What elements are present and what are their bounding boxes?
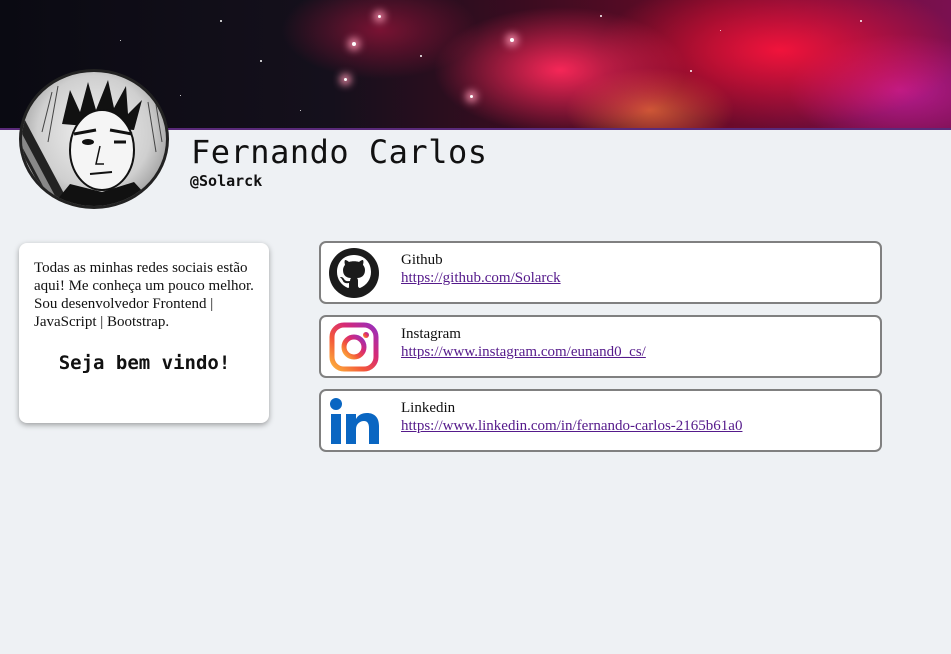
star <box>720 30 721 31</box>
link-title-linkedin: Linkedin <box>401 400 456 416</box>
about-description: Todas as minhas redes sociais estão aqui… <box>34 260 254 330</box>
star <box>344 78 347 81</box>
link-url-github[interactable]: https://github.com/Solarck <box>401 270 561 287</box>
profile-handle: @Solarck <box>190 172 263 190</box>
star <box>690 70 692 72</box>
star <box>510 38 514 42</box>
link-title-github: Github <box>401 252 443 268</box>
star <box>300 110 301 111</box>
profile-name: Fernando Carlos <box>191 133 488 171</box>
link-card-github[interactable]: Github https://github.com/Solarck <box>319 241 882 304</box>
link-title-instagram: Instagram <box>401 326 461 342</box>
star <box>120 40 121 41</box>
instagram-icon <box>329 322 379 372</box>
star <box>600 15 602 17</box>
avatar-illustration <box>22 80 163 206</box>
link-url-instagram[interactable]: https://www.instagram.com/eunand0_cs/ <box>401 344 646 361</box>
link-card-instagram[interactable]: Instagram https://www.instagram.com/euna… <box>319 315 882 378</box>
link-card-linkedin[interactable]: Linkedin https://www.linkedin.com/in/fer… <box>319 389 882 452</box>
star <box>260 60 262 62</box>
link-url-linkedin[interactable]: https://www.linkedin.com/in/fernando-car… <box>401 418 742 435</box>
welcome-message: Seja bem vindo! <box>58 352 231 374</box>
star <box>860 20 862 22</box>
star <box>180 95 181 96</box>
linkedin-icon <box>330 398 379 444</box>
star <box>470 95 473 98</box>
github-icon <box>329 248 379 298</box>
star <box>420 55 422 57</box>
about-card: Todas as minhas redes sociais estão aqui… <box>19 243 269 423</box>
star <box>352 42 356 46</box>
star <box>220 20 222 22</box>
profile-avatar <box>19 69 169 209</box>
star <box>378 15 381 18</box>
